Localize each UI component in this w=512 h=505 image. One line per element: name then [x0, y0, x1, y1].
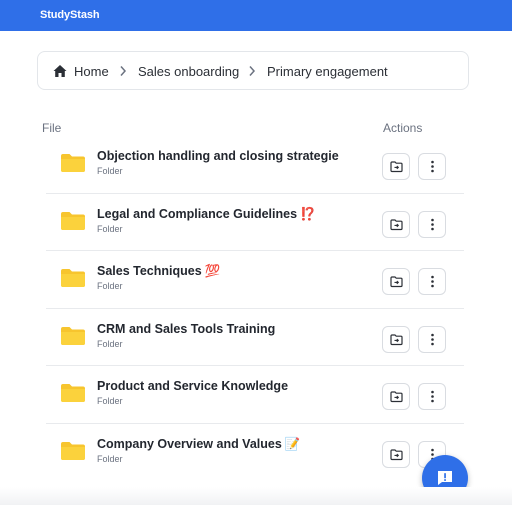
file-name[interactable]: CRM and Sales Tools Training	[97, 322, 278, 336]
breadcrumb: Home Sales onboarding Primary engagement	[37, 51, 469, 90]
folder-icon	[61, 384, 85, 402]
file-name[interactable]: Legal and Compliance Guidelines ⁉️	[97, 207, 316, 222]
top-bar: StudyStash	[0, 0, 512, 31]
more-vertical-icon	[431, 160, 434, 173]
more-options-button[interactable]	[418, 268, 446, 295]
table-row[interactable]: Product and Service Knowledge Folder	[46, 366, 464, 424]
file-name-text: Legal and Compliance Guidelines	[97, 206, 298, 221]
more-options-button[interactable]	[418, 153, 446, 180]
column-header-actions: Actions	[383, 121, 423, 135]
file-type: Folder	[97, 338, 123, 349]
file-name-emoji: ⁉️	[300, 206, 316, 221]
file-name-text: Sales Techniques	[97, 264, 202, 278]
folder-move-icon	[390, 161, 403, 173]
chat-alert-icon	[438, 471, 452, 485]
folder-icon	[61, 441, 85, 460]
folder-icon	[61, 269, 85, 287]
file-name-text: Objection handling and closing strategie	[97, 149, 339, 163]
breadcrumb-current: Primary engagement	[267, 64, 388, 79]
more-vertical-icon	[431, 390, 434, 403]
chevron-right-icon	[120, 66, 127, 76]
more-vertical-icon	[431, 218, 434, 230]
file-type: Folder	[97, 396, 123, 406]
breadcrumb-home[interactable]: Home	[74, 64, 109, 79]
file-type: Folder	[97, 281, 123, 291]
file-name[interactable]: Objection handling and closing strategie	[97, 149, 342, 163]
move-folder-button[interactable]	[382, 325, 410, 353]
bottom-fade	[0, 487, 512, 505]
file-name[interactable]: Product and Service Knowledge	[97, 379, 291, 393]
file-name-emoji: 💯	[204, 264, 221, 278]
breadcrumb-sales-onboarding[interactable]: Sales onboarding	[138, 64, 239, 79]
file-list: Objection handling and closing strategie…	[46, 136, 464, 481]
more-options-button[interactable]	[418, 210, 446, 238]
file-name-text: Company Overview and Values	[97, 436, 282, 451]
table-row[interactable]: Sales Techniques 💯 Folder	[46, 251, 464, 309]
folder-icon	[61, 211, 85, 230]
table-row[interactable]: Legal and Compliance Guidelines ⁉️ Folder	[46, 194, 464, 251]
file-type: Folder	[97, 223, 123, 234]
file-type: Folder	[97, 453, 123, 464]
file-name[interactable]: Sales Techniques 💯	[97, 264, 220, 279]
table-row[interactable]: Company Overview and Values 📝 Folder	[46, 424, 464, 482]
more-options-button[interactable]	[418, 325, 446, 353]
folder-move-icon	[390, 448, 403, 460]
file-name-text: CRM and Sales Tools Training	[97, 321, 276, 336]
folder-move-icon	[390, 276, 403, 288]
folder-icon	[61, 154, 85, 172]
chevron-right-icon	[249, 66, 256, 76]
more-options-button[interactable]	[418, 383, 446, 410]
move-folder-button[interactable]	[382, 383, 410, 410]
move-folder-button[interactable]	[382, 440, 410, 468]
app-brand[interactable]: StudyStash	[40, 9, 100, 21]
file-name-emoji: 📝	[284, 436, 301, 451]
more-vertical-icon	[431, 333, 434, 345]
move-folder-button[interactable]	[382, 153, 410, 180]
column-header-file: File	[42, 121, 62, 135]
more-vertical-icon	[431, 275, 434, 288]
table-row[interactable]: CRM and Sales Tools Training Folder	[46, 309, 464, 366]
move-folder-button[interactable]	[382, 268, 410, 295]
folder-move-icon	[390, 391, 403, 403]
folder-move-icon	[390, 218, 403, 230]
folder-icon	[61, 326, 85, 345]
move-folder-button[interactable]	[382, 210, 410, 238]
home-icon[interactable]	[53, 64, 67, 78]
file-type: Folder	[97, 166, 123, 176]
file-name[interactable]: Company Overview and Values 📝	[97, 437, 300, 452]
table-row[interactable]: Objection handling and closing strategie…	[46, 136, 464, 194]
file-name-text: Product and Service Knowledge	[97, 379, 289, 393]
folder-move-icon	[390, 333, 403, 345]
